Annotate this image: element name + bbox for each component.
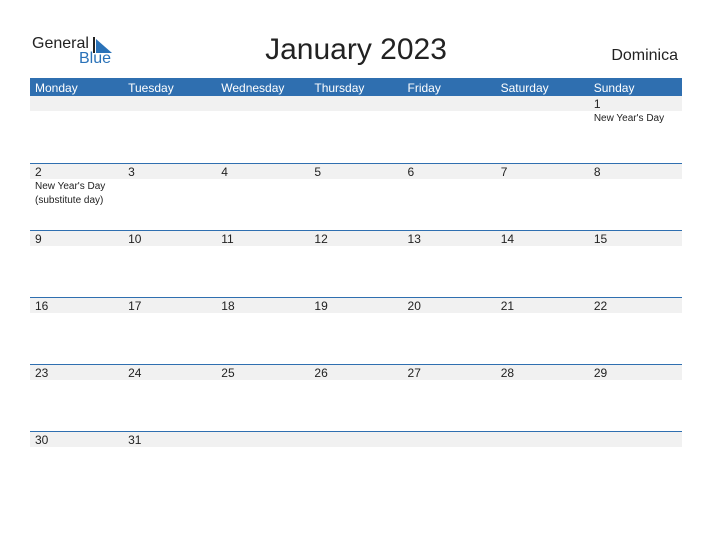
day-cell: 18 [216, 298, 309, 364]
day-cell: 25 [216, 365, 309, 431]
day-number: 18 [221, 299, 235, 313]
day-cell [309, 96, 402, 162]
day-cell: 2 New Year's Day (substitute day) [30, 164, 123, 230]
day-cell: 15 [589, 231, 682, 297]
week-row: 16 17 18 19 20 21 22 [30, 297, 682, 364]
weekday-header: Monday Tuesday Wednesday Thursday Friday… [30, 78, 682, 96]
day-cell: 11 [216, 231, 309, 297]
day-number: 6 [407, 165, 415, 179]
day-number: 20 [407, 299, 421, 313]
weekday-friday: Friday [407, 81, 441, 95]
day-cell: 19 [309, 298, 402, 364]
day-number: 23 [35, 366, 49, 380]
holiday-label: New Year's Day (substitute day) [35, 181, 106, 206]
calendar: Monday Tuesday Wednesday Thursday Friday… [30, 78, 682, 498]
day-cell [216, 432, 309, 498]
day-cell: 24 [123, 365, 216, 431]
day-cell: 30 [30, 432, 123, 498]
weekday-wednesday: Wednesday [221, 81, 285, 95]
day-number: 5 [314, 165, 322, 179]
day-number: 14 [500, 232, 515, 246]
day-number: 31 [128, 433, 142, 447]
weekday-sunday: Sunday [593, 81, 635, 95]
day-cell: 26 [309, 365, 402, 431]
day-cell [216, 96, 309, 162]
weeks-container: 1 New Year's Day 2 New Year's Day (substitu… [30, 96, 682, 498]
week-row: 23 24 25 26 27 28 29 [30, 364, 682, 431]
day-number: 22 [593, 299, 608, 313]
day-cell: 8 [589, 164, 682, 230]
day-number: 16 [35, 299, 49, 313]
day-number: 27 [407, 366, 421, 380]
page-title: January 2023 [265, 33, 447, 66]
day-cell: 9 [30, 231, 123, 297]
day-number: 15 [593, 232, 608, 246]
day-cell [589, 432, 682, 498]
day-cell: 12 [309, 231, 402, 297]
day-number: 21 [500, 299, 515, 313]
day-cell [496, 96, 589, 162]
week-row: 30 31 [30, 431, 682, 498]
day-number: 9 [35, 232, 42, 246]
day-number: 10 [128, 232, 142, 246]
day-cell: 13 [403, 231, 496, 297]
day-cell [123, 96, 216, 162]
day-cell: 1 New Year's Day [589, 96, 682, 162]
day-number: 2 [35, 165, 42, 179]
day-number: 7 [500, 165, 508, 179]
day-cell: 3 [123, 164, 216, 230]
day-cell: 21 [496, 298, 589, 364]
weekday-saturday: Saturday [500, 81, 549, 95]
day-number: 24 [128, 366, 142, 380]
day-cell: 4 [216, 164, 309, 230]
day-cell: 10 [123, 231, 216, 297]
day-cell: 20 [403, 298, 496, 364]
day-number: 4 [221, 165, 228, 179]
holiday-label: New Year's Day [593, 113, 665, 124]
day-cell [403, 96, 496, 162]
week-row: 1 New Year's Day [30, 96, 682, 163]
day-number: 13 [407, 232, 421, 246]
day-number: 17 [128, 299, 142, 313]
day-cell [403, 432, 496, 498]
day-cell [309, 432, 402, 498]
day-cell: 7 [496, 164, 589, 230]
week-row: 9 10 11 12 13 14 15 [30, 230, 682, 297]
day-cell: 5 [309, 164, 402, 230]
country-label: Dominica [611, 47, 678, 64]
day-number: 28 [500, 366, 515, 380]
weekday-thursday: Thursday [314, 81, 365, 95]
day-number: 11 [221, 232, 234, 246]
weekday-monday: Monday [35, 81, 78, 95]
day-cell: 17 [123, 298, 216, 364]
day-cell: 28 [496, 365, 589, 431]
day-cell: 22 [589, 298, 682, 364]
week-row: 2 New Year's Day (substitute day) 3 4 5 6 7 8 [30, 163, 682, 230]
day-number: 19 [314, 299, 328, 313]
day-number: 12 [314, 232, 328, 246]
day-cell: 29 [589, 365, 682, 431]
day-cell: 16 [30, 298, 123, 364]
day-number: 8 [593, 165, 601, 179]
day-cell: 23 [30, 365, 123, 431]
day-cell: 27 [403, 365, 496, 431]
day-number: 1 [593, 97, 601, 111]
day-cell [496, 432, 589, 498]
day-number: 25 [221, 366, 235, 380]
day-number: 30 [35, 433, 49, 447]
day-cell: 14 [496, 231, 589, 297]
day-cell: 31 [123, 432, 216, 498]
day-number: 29 [593, 366, 608, 380]
day-number: 26 [314, 366, 328, 380]
day-cell [30, 96, 123, 162]
weekday-tuesday: Tuesday [128, 81, 174, 95]
day-cell: 6 [403, 164, 496, 230]
day-number: 3 [128, 165, 135, 179]
